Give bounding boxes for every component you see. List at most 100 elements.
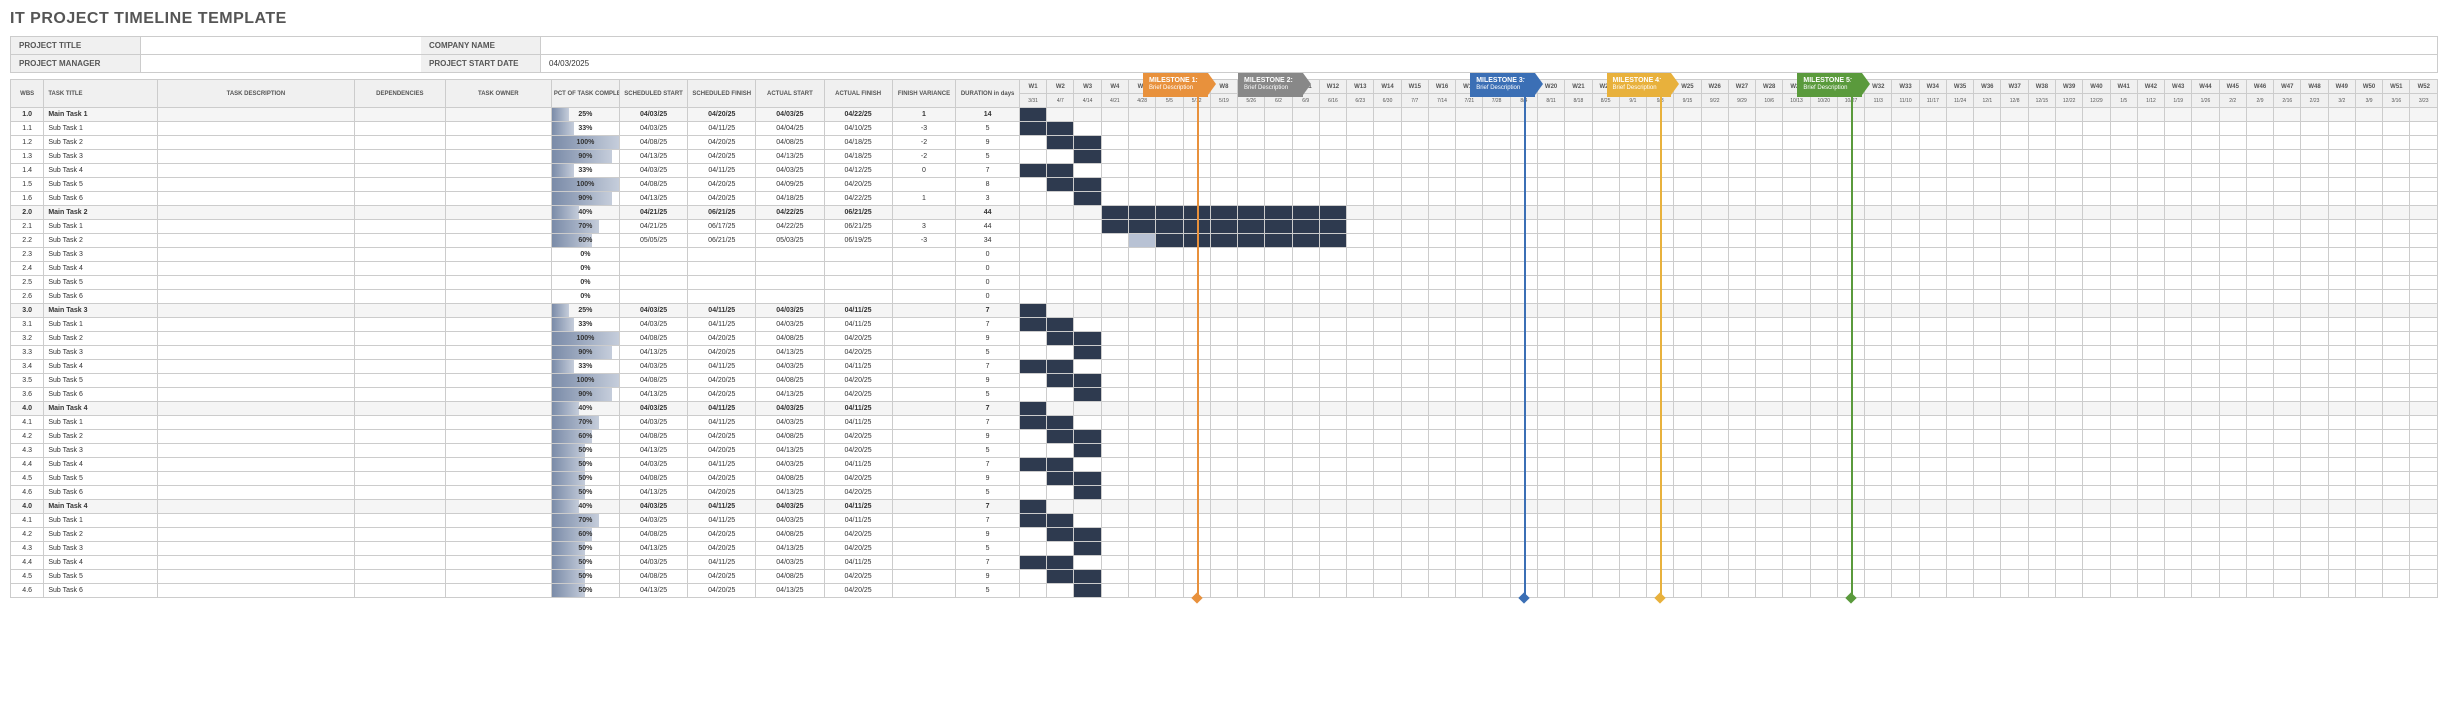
cell[interactable]: [445, 444, 551, 458]
cell[interactable]: 04/03/25: [756, 360, 824, 374]
cell[interactable]: [445, 122, 551, 136]
cell[interactable]: Sub Task 2: [44, 332, 158, 346]
cell[interactable]: Sub Task 4: [44, 556, 158, 570]
cell[interactable]: 04/11/25: [688, 514, 756, 528]
cell[interactable]: [354, 234, 445, 248]
cell[interactable]: 04/11/25: [688, 556, 756, 570]
cell[interactable]: [354, 276, 445, 290]
cell[interactable]: [157, 220, 354, 234]
cell[interactable]: 33%: [551, 360, 619, 374]
cell[interactable]: [445, 206, 551, 220]
cell[interactable]: 04/08/25: [756, 136, 824, 150]
cell[interactable]: 04/03/25: [619, 318, 687, 332]
cell[interactable]: 04/08/25: [756, 430, 824, 444]
cell[interactable]: 04/11/25: [824, 304, 892, 318]
cell[interactable]: 7: [956, 458, 1020, 472]
cell[interactable]: 7: [956, 402, 1020, 416]
cell[interactable]: 50%: [551, 486, 619, 500]
cell[interactable]: [445, 332, 551, 346]
cell[interactable]: 3.5: [11, 374, 44, 388]
cell[interactable]: [157, 346, 354, 360]
cell[interactable]: Sub Task 2: [44, 136, 158, 150]
cell[interactable]: 04/11/25: [824, 402, 892, 416]
cell[interactable]: 04/03/25: [756, 500, 824, 514]
cell[interactable]: -3: [892, 122, 956, 136]
cell[interactable]: Sub Task 1: [44, 514, 158, 528]
cell[interactable]: 50%: [551, 458, 619, 472]
cell[interactable]: [445, 500, 551, 514]
cell[interactable]: 04/22/25: [756, 206, 824, 220]
cell[interactable]: Sub Task 6: [44, 290, 158, 304]
cell[interactable]: 1: [892, 192, 956, 206]
cell[interactable]: [157, 514, 354, 528]
cell[interactable]: [445, 150, 551, 164]
cell[interactable]: 34: [956, 234, 1020, 248]
cell[interactable]: Sub Task 4: [44, 262, 158, 276]
cell[interactable]: 04/08/25: [619, 528, 687, 542]
cell[interactable]: Sub Task 2: [44, 528, 158, 542]
cell[interactable]: 05/03/25: [756, 234, 824, 248]
cell[interactable]: [824, 262, 892, 276]
cell[interactable]: [892, 290, 956, 304]
cell[interactable]: 33%: [551, 122, 619, 136]
cell[interactable]: 04/13/25: [756, 444, 824, 458]
cell[interactable]: 7: [956, 416, 1020, 430]
cell[interactable]: 04/03/25: [619, 458, 687, 472]
cell[interactable]: [354, 528, 445, 542]
cell[interactable]: [354, 500, 445, 514]
cell[interactable]: 04/11/25: [688, 458, 756, 472]
cell[interactable]: 04/20/25: [688, 108, 756, 122]
cell[interactable]: [892, 542, 956, 556]
cell[interactable]: Main Task 1: [44, 108, 158, 122]
cell[interactable]: 9: [956, 528, 1020, 542]
cell[interactable]: 3.1: [11, 318, 44, 332]
cell[interactable]: 04/08/25: [619, 136, 687, 150]
cell[interactable]: 04/20/25: [688, 136, 756, 150]
cell[interactable]: Sub Task 3: [44, 346, 158, 360]
cell[interactable]: 3: [956, 192, 1020, 206]
cell[interactable]: 04/03/25: [756, 304, 824, 318]
cell[interactable]: [157, 528, 354, 542]
cell[interactable]: [445, 416, 551, 430]
cell[interactable]: 1: [892, 108, 956, 122]
cell[interactable]: 04/18/25: [824, 150, 892, 164]
cell[interactable]: [445, 458, 551, 472]
cell[interactable]: Sub Task 5: [44, 472, 158, 486]
cell[interactable]: [892, 556, 956, 570]
cell[interactable]: 04/11/25: [824, 318, 892, 332]
cell[interactable]: 04/11/25: [824, 556, 892, 570]
cell[interactable]: [157, 444, 354, 458]
cell[interactable]: [892, 444, 956, 458]
cell[interactable]: 7: [956, 556, 1020, 570]
cell[interactable]: 33%: [551, 164, 619, 178]
cell[interactable]: 04/20/25: [824, 374, 892, 388]
cell[interactable]: 1.2: [11, 136, 44, 150]
cell[interactable]: 04/11/25: [688, 304, 756, 318]
cell[interactable]: 90%: [551, 192, 619, 206]
cell[interactable]: [892, 206, 956, 220]
cell[interactable]: [824, 276, 892, 290]
cell[interactable]: 3: [892, 220, 956, 234]
cell[interactable]: 4.1: [11, 514, 44, 528]
cell[interactable]: [157, 388, 354, 402]
cell[interactable]: 2.5: [11, 276, 44, 290]
cell[interactable]: [354, 290, 445, 304]
cell[interactable]: [157, 374, 354, 388]
cell[interactable]: 04/22/25: [756, 220, 824, 234]
cell[interactable]: 2.1: [11, 220, 44, 234]
cell[interactable]: [892, 514, 956, 528]
cell[interactable]: 04/13/25: [619, 346, 687, 360]
cell[interactable]: [157, 472, 354, 486]
cell[interactable]: 100%: [551, 374, 619, 388]
cell[interactable]: 100%: [551, 136, 619, 150]
cell[interactable]: 04/11/25: [688, 402, 756, 416]
cell[interactable]: 04/20/25: [688, 570, 756, 584]
cell[interactable]: [756, 248, 824, 262]
cell[interactable]: [892, 584, 956, 598]
cell[interactable]: 90%: [551, 150, 619, 164]
cell[interactable]: 4.0: [11, 500, 44, 514]
cell[interactable]: [892, 500, 956, 514]
cell[interactable]: [445, 248, 551, 262]
cell[interactable]: 50%: [551, 556, 619, 570]
cell[interactable]: [157, 276, 354, 290]
